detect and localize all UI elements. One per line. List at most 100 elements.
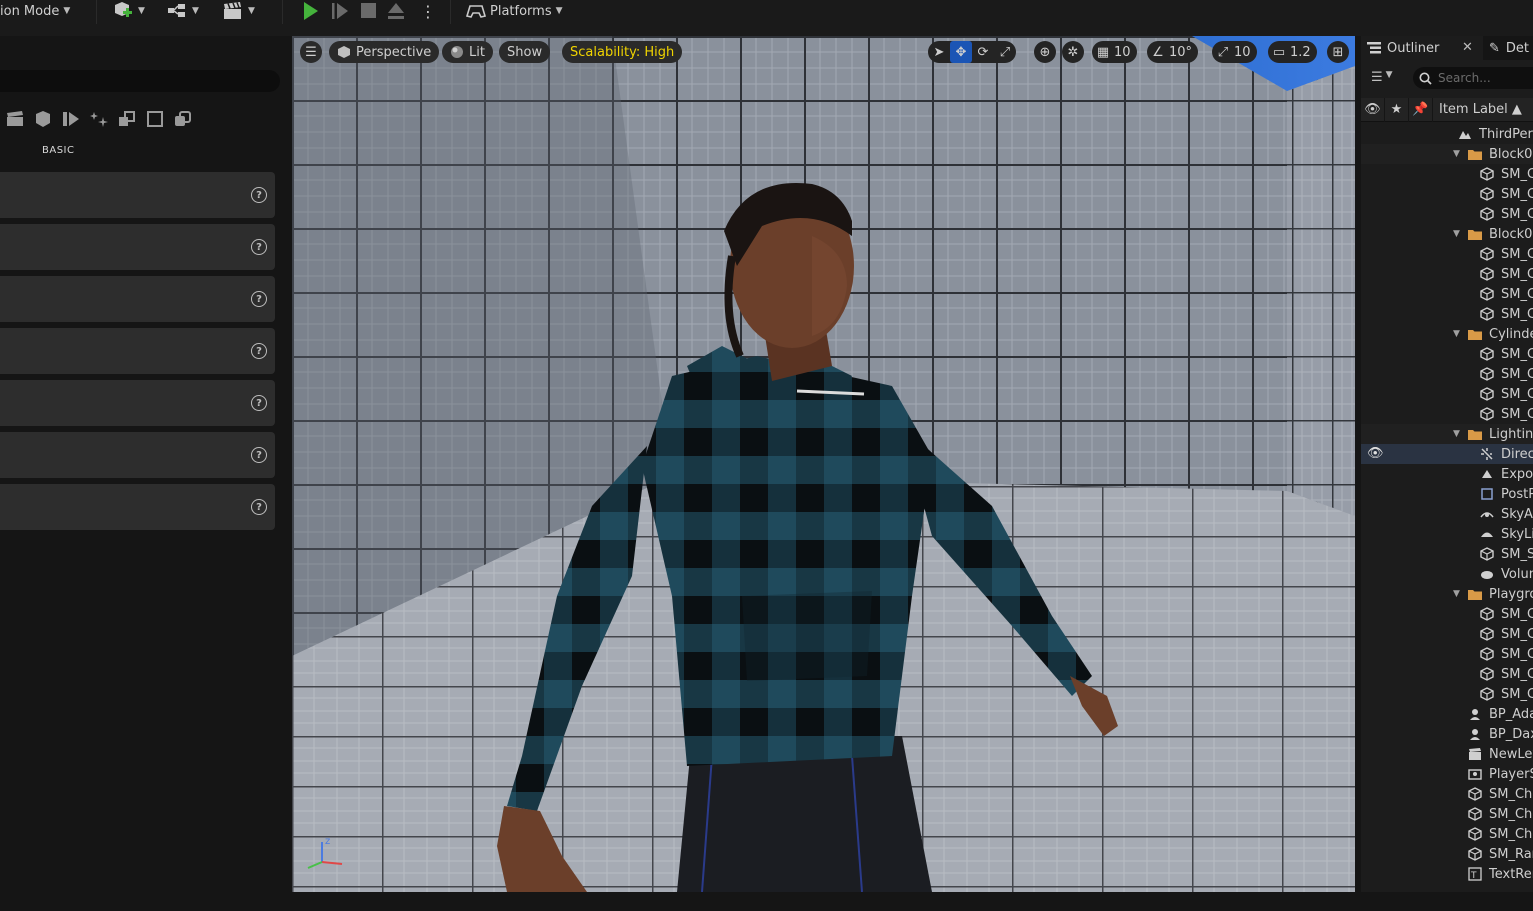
grid-snap-button[interactable]: ▦ 10 [1092, 41, 1137, 63]
expand-arrow-icon[interactable]: ▼ [1453, 329, 1460, 339]
cinematics-button[interactable]: ▼ [222, 0, 255, 22]
perspective-button[interactable]: Perspective [329, 41, 440, 63]
help-icon[interactable]: ? [251, 395, 267, 411]
outliner-item-row[interactable]: SM_Rar [1361, 844, 1533, 864]
outliner-folder-row[interactable]: ▼ Block03 [1361, 224, 1533, 244]
outliner-item-row[interactable]: Expor [1361, 464, 1533, 484]
outliner-folder-row[interactable]: ▼ Cylinder [1361, 324, 1533, 344]
expand-arrow-icon[interactable]: ▼ [1453, 429, 1460, 439]
expand-arrow-icon[interactable]: ▼ [1453, 229, 1460, 239]
geometry-category-icon[interactable] [116, 108, 138, 130]
scale-tool-button[interactable]: ⤢ [994, 41, 1016, 63]
help-icon[interactable]: ? [251, 239, 267, 255]
outliner-item-row[interactable]: SM_C [1361, 204, 1533, 224]
coordinate-system-button[interactable]: ⊕ [1034, 41, 1056, 63]
stop-button[interactable] [360, 0, 378, 22]
outliner-item-row[interactable]: NewLev [1361, 744, 1533, 764]
outliner-item-row[interactable]: SM_C [1361, 184, 1533, 204]
translate-tool-button[interactable]: ✥ [950, 41, 972, 63]
cinematic-category-icon[interactable] [60, 108, 82, 130]
outliner-folder-row[interactable]: ▼ Lighting [1361, 424, 1533, 444]
outliner-item-row[interactable]: ThirdPers [1361, 124, 1533, 144]
volumes-category-icon[interactable] [144, 108, 166, 130]
scalability-button[interactable]: Scalability: High [562, 41, 683, 63]
camera-speed-button[interactable]: ▭ 1.2 [1268, 41, 1317, 63]
outliner-item-row[interactable]: 👁 Direc [1361, 444, 1533, 464]
outliner-item-row[interactable]: SM_Cha [1361, 784, 1533, 804]
close-icon[interactable]: ✕ [1462, 40, 1473, 55]
eye-icon[interactable]: 👁 [1367, 446, 1384, 461]
outliner-item-row[interactable]: SM_C [1361, 404, 1533, 424]
actor-entry[interactable]: ? [0, 432, 275, 478]
visual-effects-category-icon[interactable] [88, 108, 110, 130]
outliner-item-row[interactable]: SM_Cha [1361, 824, 1533, 844]
outliner-item-row[interactable]: SM_C [1361, 604, 1533, 624]
help-icon[interactable]: ? [251, 187, 267, 203]
pin-column[interactable]: 📌 [1409, 97, 1433, 122]
outliner-item-row[interactable]: SM_C [1361, 684, 1533, 704]
outliner-item-row[interactable]: SM_S [1361, 544, 1533, 564]
actor-entry[interactable]: ? [0, 328, 275, 374]
actor-entry[interactable]: ? [0, 172, 275, 218]
item-label-column[interactable]: Item Label ▲ [1433, 98, 1533, 122]
outliner-item-row[interactable]: SM_C [1361, 304, 1533, 324]
outliner-search-input[interactable]: Search... [1413, 67, 1533, 89]
rotate-tool-button[interactable]: ⟳ [972, 41, 994, 63]
help-icon[interactable]: ? [251, 291, 267, 307]
visibility-column[interactable]: 👁 [1361, 97, 1385, 122]
recent-category-icon[interactable] [4, 108, 26, 130]
expand-arrow-icon[interactable]: ▼ [1453, 589, 1460, 599]
help-icon[interactable]: ? [251, 343, 267, 359]
select-tool-button[interactable]: ➤ [928, 41, 950, 63]
shapes-category-icon[interactable] [32, 108, 54, 130]
scale-snap-button[interactable]: ⤢ 10 [1212, 41, 1257, 63]
view-mode-button[interactable]: Lit [442, 41, 493, 63]
actor-entry[interactable]: ? [0, 224, 275, 270]
all-classes-category-icon[interactable] [172, 108, 194, 130]
actor-entry[interactable]: ? [0, 380, 275, 426]
outliner-folder-row[interactable]: ▼ Playgro [1361, 584, 1533, 604]
outliner-item-row[interactable]: SM_C [1361, 664, 1533, 684]
outliner-item-row[interactable]: SkyLi [1361, 524, 1533, 544]
surface-snap-button[interactable]: ✲ [1062, 41, 1084, 63]
outliner-item-row[interactable]: SkyAt [1361, 504, 1533, 524]
outliner-item-row[interactable]: SM_C [1361, 284, 1533, 304]
outliner-item-row[interactable]: SM_C [1361, 384, 1533, 404]
advance-frame-button[interactable] [330, 0, 350, 22]
level-viewport[interactable]: z ☰ Perspective Lit Show Scalability: Hi… [292, 36, 1355, 892]
outliner-item-row[interactable]: SM_C [1361, 344, 1533, 364]
outliner-item-row[interactable]: SM_Cha [1361, 804, 1533, 824]
blueprint-button[interactable]: ▼ [166, 0, 199, 22]
filter-button[interactable]: ☰ ▼ [1371, 70, 1393, 85]
play-button[interactable] [300, 0, 320, 22]
outliner-item-row[interactable]: SM_C [1361, 364, 1533, 384]
add-actor-button[interactable]: ▼ [112, 0, 145, 22]
show-button[interactable]: Show [499, 41, 551, 63]
outliner-item-row[interactable]: SM_C [1361, 164, 1533, 184]
viewport-menu-button[interactable]: ☰ [300, 41, 322, 63]
outliner-item-row[interactable]: SM_C [1361, 624, 1533, 644]
outliner-item-row[interactable]: SM_C [1361, 644, 1533, 664]
details-tab[interactable]: ✎ Det [1489, 36, 1529, 60]
outliner-item-row[interactable]: BP_Ada [1361, 704, 1533, 724]
actor-entry[interactable]: ? [0, 484, 275, 530]
platforms-button[interactable]: Platforms ▼ [466, 0, 563, 22]
play-options-button[interactable]: ⋮ [420, 0, 436, 22]
outliner-item-row[interactable]: SM_C [1361, 264, 1533, 284]
help-icon[interactable]: ? [251, 447, 267, 463]
expand-arrow-icon[interactable]: ▼ [1453, 149, 1460, 159]
eject-button[interactable] [386, 0, 406, 22]
outliner-folder-row[interactable]: ▼ Block02 [1361, 144, 1533, 164]
outliner-item-row[interactable]: SM_C [1361, 244, 1533, 264]
outliner-item-row[interactable]: T TextRer [1361, 864, 1533, 884]
outliner-item-row[interactable]: Volun [1361, 564, 1533, 584]
outliner-item-row[interactable]: BP_Dax [1361, 724, 1533, 744]
favorite-column[interactable]: ★ [1385, 97, 1409, 122]
actor-entry[interactable]: ? [0, 276, 275, 322]
outliner-item-row[interactable]: PlayerS [1361, 764, 1533, 784]
mode-selector[interactable]: ion Mode ▼ [0, 0, 70, 22]
outliner-item-row[interactable]: PostP [1361, 484, 1533, 504]
help-icon[interactable]: ? [251, 499, 267, 515]
rotation-snap-button[interactable]: ∠ 10° [1147, 41, 1199, 63]
viewport-layout-button[interactable]: ⊞ [1327, 41, 1349, 63]
